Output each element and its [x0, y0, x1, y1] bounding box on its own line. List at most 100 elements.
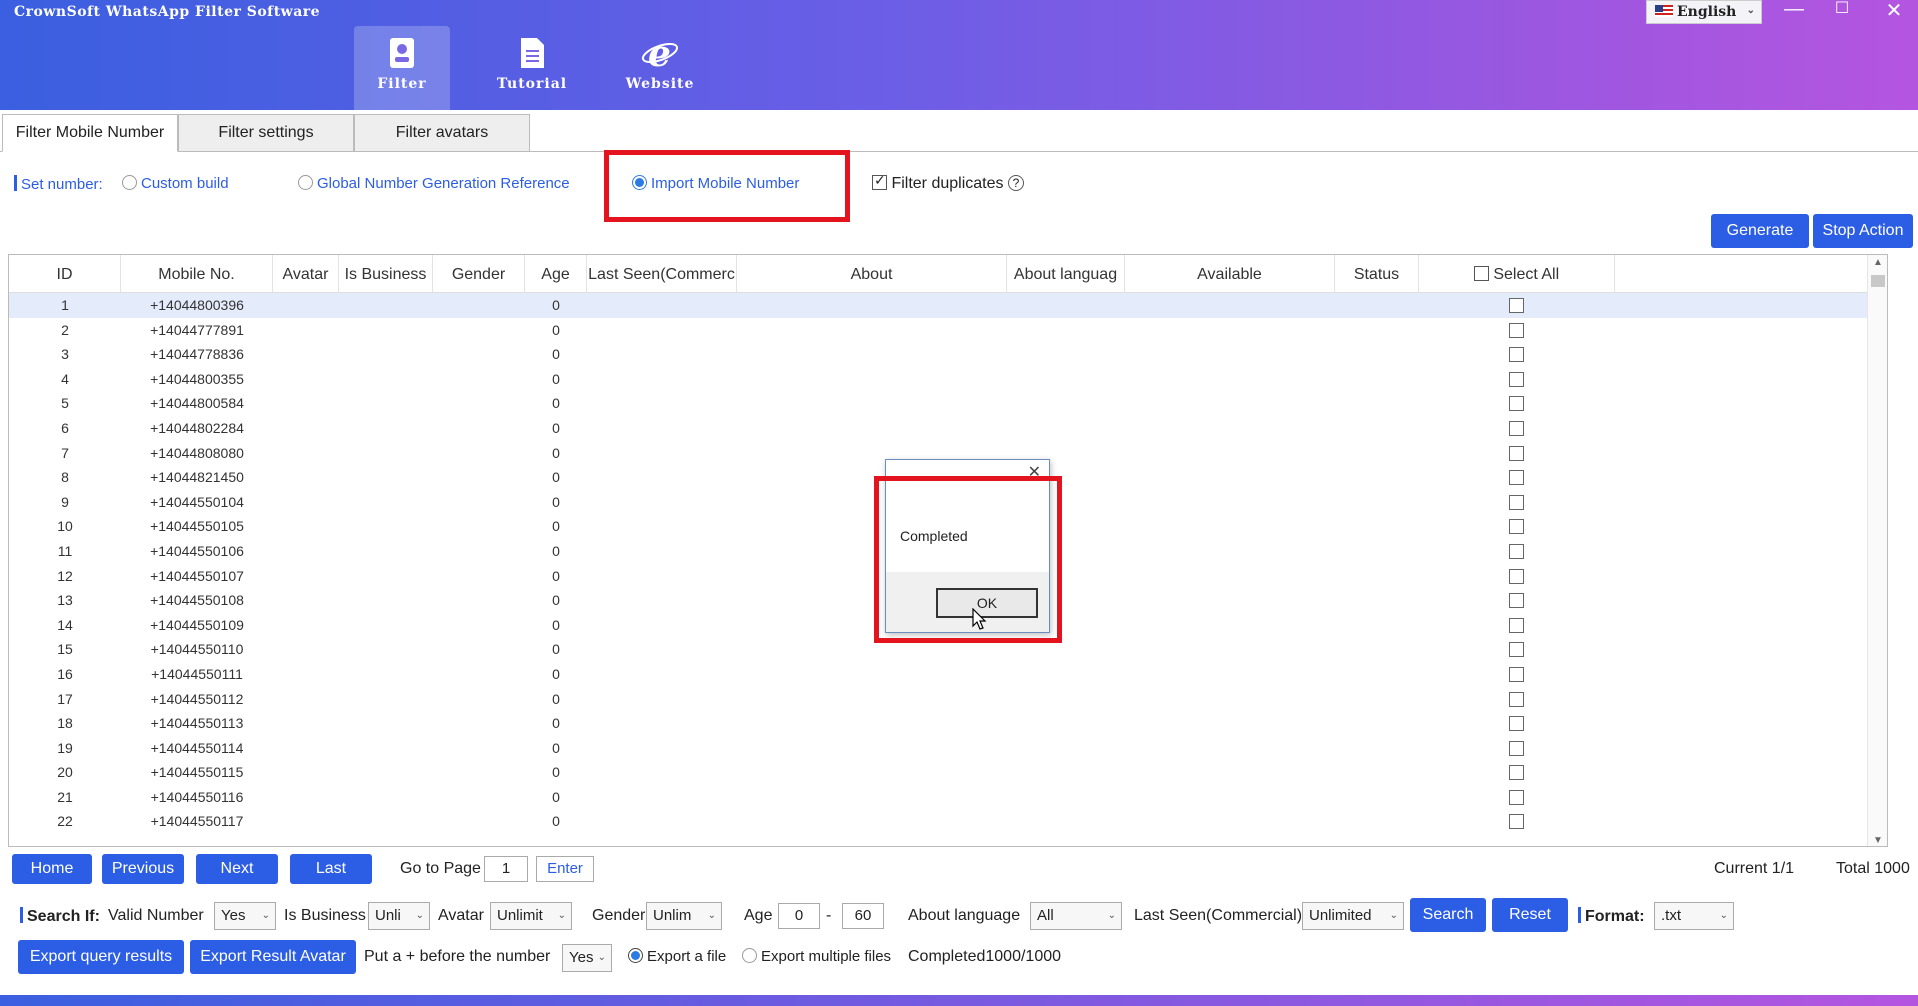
vertical-scrollbar[interactable]: ▲ ▼: [1867, 255, 1887, 846]
col-about-language[interactable]: About languag: [1007, 255, 1125, 293]
nav-website-button[interactable]: e Website: [612, 26, 708, 110]
table-row[interactable]: 22 +14044550117 0: [9, 809, 1887, 834]
radio-custom-build[interactable]: Custom build: [122, 175, 229, 192]
table-row[interactable]: 21 +14044550116 0: [9, 785, 1887, 810]
radio-export-a-file[interactable]: Export a file: [628, 948, 726, 965]
row-checkbox[interactable]: [1509, 642, 1524, 658]
row-checkbox[interactable]: [1509, 371, 1524, 387]
radio-export-multiple-files[interactable]: Export multiple files: [742, 948, 891, 965]
question-circle-icon[interactable]: ?: [1007, 175, 1024, 191]
enter-button[interactable]: Enter: [536, 856, 594, 882]
next-button[interactable]: Next: [196, 854, 278, 884]
table-row[interactable]: 18 +14044550113 0: [9, 711, 1887, 736]
col-about[interactable]: About: [737, 255, 1007, 293]
table-row[interactable]: 16 +14044550111 0: [9, 662, 1887, 687]
row-checkbox[interactable]: [1509, 740, 1524, 756]
row-checkbox[interactable]: [1509, 445, 1524, 461]
row-checkbox[interactable]: [1509, 789, 1524, 805]
row-checkbox[interactable]: [1509, 691, 1524, 707]
table-row[interactable]: 3 +14044778836 0: [9, 342, 1887, 367]
maximize-button[interactable]: ☐: [1822, 0, 1862, 18]
age-min-input[interactable]: 0: [778, 903, 820, 929]
select-all-checkbox[interactable]: [1473, 266, 1489, 281]
nav-filter-button[interactable]: Filter: [354, 26, 450, 110]
about-language-select[interactable]: All ⌄: [1030, 902, 1122, 930]
col-age[interactable]: Age: [525, 255, 587, 293]
last-button[interactable]: Last: [290, 854, 372, 884]
table-row[interactable]: 19 +14044550114 0: [9, 736, 1887, 761]
cell-id: 13: [57, 592, 73, 609]
cell-age: 0: [552, 567, 560, 584]
tab-filter-mobile-number[interactable]: Filter Mobile Number: [2, 114, 178, 152]
close-button[interactable]: ✕: [1874, 0, 1914, 23]
scroll-up-icon[interactable]: ▲: [1868, 257, 1887, 268]
col-is-business[interactable]: Is Business: [339, 255, 433, 293]
col-avatar[interactable]: Avatar: [273, 255, 339, 293]
home-button[interactable]: Home: [12, 854, 92, 884]
cell-id: 2: [61, 321, 69, 338]
goto-page-input[interactable]: 1: [484, 856, 528, 882]
language-select[interactable]: English ⌄: [1646, 0, 1762, 24]
generate-button[interactable]: Generate: [1711, 214, 1809, 248]
age-max-input[interactable]: 60: [842, 903, 884, 929]
row-checkbox[interactable]: [1509, 617, 1524, 633]
is-business-select[interactable]: Unli ⌄: [368, 902, 430, 930]
tab-filter-settings[interactable]: Filter settings: [178, 114, 354, 152]
table-row[interactable]: 6 +14044802284 0: [9, 416, 1887, 441]
stop-action-button[interactable]: Stop Action: [1813, 214, 1913, 248]
row-checkbox[interactable]: [1509, 322, 1524, 338]
row-checkbox[interactable]: [1509, 568, 1524, 584]
table-row[interactable]: 2 +14044777891 0: [9, 318, 1887, 343]
row-checkbox[interactable]: [1509, 420, 1524, 436]
scroll-down-icon[interactable]: ▼: [1868, 835, 1887, 846]
radio-global-number-reference[interactable]: Global Number Generation Reference: [298, 175, 570, 192]
last-seen-label: Last Seen(Commercial): [1134, 907, 1303, 924]
valid-number-select[interactable]: Yes ⌄: [214, 902, 276, 930]
export-result-avatar-button[interactable]: Export Result Avatar: [190, 940, 356, 974]
cell-age: 0: [552, 370, 560, 387]
plus-before-number-select[interactable]: Yes ⌄: [562, 944, 612, 972]
row-checkbox[interactable]: [1509, 396, 1524, 412]
row-checkbox[interactable]: [1509, 593, 1524, 609]
table-row[interactable]: 20 +14044550115 0: [9, 760, 1887, 785]
chevron-down-icon: ⌄: [415, 910, 424, 921]
minimize-button[interactable]: —: [1774, 0, 1814, 21]
row-checkbox[interactable]: [1509, 298, 1524, 313]
export-query-results-button[interactable]: Export query results: [18, 940, 184, 974]
col-last-seen[interactable]: Last Seen(Commerc: [587, 255, 737, 293]
last-seen-select[interactable]: Unlimited ⌄: [1302, 902, 1404, 930]
reset-button[interactable]: Reset: [1492, 898, 1568, 932]
table-row[interactable]: 17 +14044550112 0: [9, 687, 1887, 712]
row-checkbox[interactable]: [1509, 347, 1524, 363]
search-button[interactable]: Search: [1410, 898, 1486, 932]
cell-age: 0: [552, 616, 560, 633]
col-available[interactable]: Available: [1125, 255, 1335, 293]
row-checkbox[interactable]: [1509, 494, 1524, 510]
col-gender[interactable]: Gender: [433, 255, 525, 293]
gender-select[interactable]: Unlim ⌄: [646, 902, 722, 930]
previous-button[interactable]: Previous: [102, 854, 184, 884]
row-checkbox[interactable]: [1509, 543, 1524, 559]
avatar-select[interactable]: Unlimit ⌄: [490, 902, 572, 930]
table-row[interactable]: 5 +14044800584 0: [9, 391, 1887, 416]
tab-filter-avatars[interactable]: Filter avatars: [354, 114, 530, 152]
filter-duplicates-checkbox[interactable]: Filter duplicates ?: [872, 172, 1024, 193]
format-select[interactable]: .txt ⌄: [1654, 902, 1734, 930]
col-status[interactable]: Status: [1335, 255, 1419, 293]
row-checkbox[interactable]: [1509, 470, 1524, 486]
scroll-thumb[interactable]: [1871, 275, 1885, 287]
nav-tutorial-button[interactable]: Tutorial: [484, 26, 580, 110]
row-checkbox[interactable]: [1509, 519, 1524, 535]
row-checkbox[interactable]: [1509, 666, 1524, 682]
table-row[interactable]: 1 +14044800396 0: [9, 293, 1887, 318]
row-checkbox[interactable]: [1509, 814, 1524, 830]
nav-tutorial-label: Tutorial: [496, 76, 568, 92]
cell-mobile: +14044550106: [150, 542, 244, 559]
col-select-all[interactable]: Select All: [1419, 255, 1615, 293]
cell-id: 21: [57, 788, 73, 805]
table-row[interactable]: 4 +14044800355 0: [9, 367, 1887, 392]
row-checkbox[interactable]: [1509, 765, 1524, 781]
row-checkbox[interactable]: [1509, 716, 1524, 732]
col-id[interactable]: ID: [9, 255, 121, 293]
col-mobile[interactable]: Mobile No.: [121, 255, 273, 293]
